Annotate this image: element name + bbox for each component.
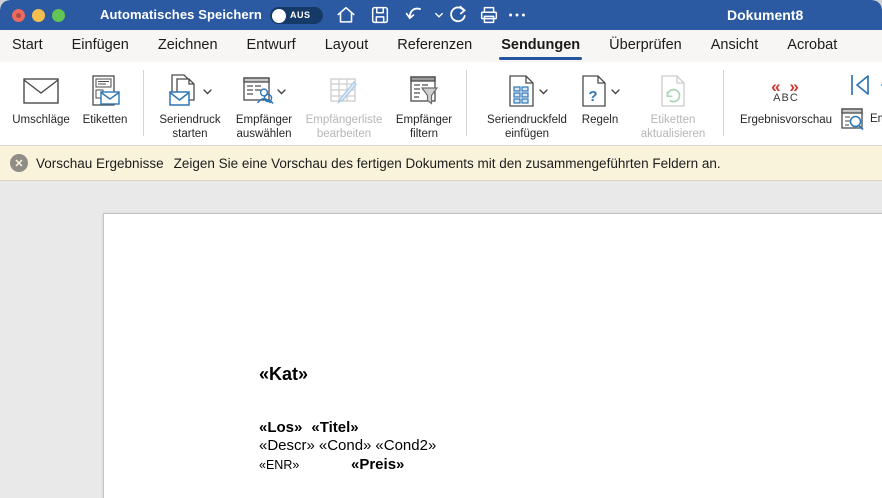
update-labels-icon [659,68,687,114]
find-recipient-button[interactable]: Em [840,106,882,132]
autosave-toggle[interactable]: AUS [270,7,323,24]
select-recipients-button[interactable]: Empfänger auswählen [224,68,304,144]
insert-merge-field-button[interactable]: Seriendruckfeld einfügen [477,68,577,144]
update-labels-button: Etiketten aktualisieren [629,68,717,144]
document-page[interactable]: «Kat» «Los»«Titel» «Descr»«Cond»«Cond2» … [103,213,882,498]
start-mail-merge-button[interactable]: Seriendruck starten [151,68,229,144]
merge-field-kat[interactable]: «Kat» [259,364,308,385]
merge-field-cond[interactable]: «Cond» [319,437,372,454]
merge-field-descr[interactable]: «Descr» [259,437,315,454]
merge-line-lot-title: «Los» «Titel» [259,419,359,436]
home-icon[interactable] [335,4,357,26]
tab-layout[interactable]: Layout [325,30,369,62]
group-divider [143,70,144,136]
find-recipient-icon [840,106,866,132]
first-record-button[interactable] [848,72,872,98]
find-recipient-label: Em [870,113,882,125]
rules-button[interactable]: ? Regeln [577,68,623,144]
autosave-label: Automatisches Speichern [100,0,262,30]
infobar-message: Zeigen Sie eine Vorschau des fertigen Do… [174,156,721,171]
select-recipients-icon [242,75,274,107]
svg-text:?: ? [588,88,597,105]
merge-field-enr[interactable]: «ENR» [259,458,351,472]
preview-results-infobar: ✕ Vorschau Ergebnisse Zeigen Sie eine Vo… [0,146,882,181]
close-dot [16,13,21,18]
close-window-button[interactable] [12,9,25,22]
autosave-state: AUS [290,7,311,24]
titlebar: Automatisches Speichern AUS [0,0,882,30]
envelope-icon [23,68,59,114]
ribbon-tabbar: Start Einfügen Zeichnen Entwurf Layout R… [0,30,882,62]
more-commands-icon[interactable] [506,4,528,26]
start-mail-merge-icon [168,74,200,108]
filter-recipients-icon [408,68,440,114]
rules-icon: ? [580,75,608,107]
tab-ansicht[interactable]: Ansicht [711,30,759,62]
labels-button[interactable]: Etiketten [76,68,134,144]
chevron-down-icon [203,89,212,95]
group-divider [466,70,467,136]
merge-field-los[interactable]: «Los» [259,419,302,436]
tab-sendungen[interactable]: Sendungen [501,30,580,62]
tab-einfuegen[interactable]: Einfügen [72,30,129,62]
merge-field-cond2[interactable]: «Cond2» [375,437,436,454]
merge-line-enr-price: «ENR»«Preis» [259,456,404,473]
preview-results-icon: « » ABC [771,78,801,104]
edit-recipient-list-icon [328,68,360,114]
minimize-window-button[interactable] [32,9,45,22]
tab-ueberpruefen[interactable]: Überprüfen [609,30,682,62]
chevron-down-icon [539,89,548,95]
envelopes-button[interactable]: Umschläge [8,68,74,144]
infobar-title: Vorschau Ergebnisse [36,156,164,171]
save-icon[interactable] [369,4,391,26]
tab-entwurf[interactable]: Entwurf [247,30,296,62]
merge-field-preis[interactable]: «Preis» [351,456,404,473]
print-icon[interactable] [478,4,500,26]
toggle-knob-icon [272,9,286,23]
merge-line-desc: «Descr»«Cond»«Cond2» [259,437,440,454]
document-area: «Kat» «Los»«Titel» «Descr»«Cond»«Cond2» … [0,181,882,498]
redo-icon[interactable] [447,4,469,26]
preview-results-button[interactable]: « » ABC Ergebnisvorschau [733,68,839,144]
undo-chevron-down-icon[interactable] [428,4,440,26]
chevron-down-icon [611,89,620,95]
insert-merge-field-icon [506,75,536,107]
tab-referenzen[interactable]: Referenzen [397,30,472,62]
merge-field-titel[interactable]: «Titel» [311,419,358,436]
chevron-down-icon [277,89,286,95]
close-icon[interactable]: ✕ [10,154,28,172]
tab-start[interactable]: Start [12,30,43,62]
ribbon: Umschläge Etiketten [0,62,882,146]
previous-record-button[interactable] [877,74,882,96]
edit-recipient-list-button: Empfängerliste bearbeiten [298,68,390,144]
tab-zeichnen[interactable]: Zeichnen [158,30,218,62]
tab-acrobat[interactable]: Acrobat [787,30,837,62]
zoom-window-button[interactable] [52,9,65,22]
window-title: Dokument8 [727,0,803,30]
undo-icon[interactable] [404,4,426,26]
word-window: Automatisches Speichern AUS [0,0,882,498]
group-divider [723,70,724,136]
filter-recipients-button[interactable]: Empfänger filtern [392,68,456,144]
labels-icon [89,68,121,114]
